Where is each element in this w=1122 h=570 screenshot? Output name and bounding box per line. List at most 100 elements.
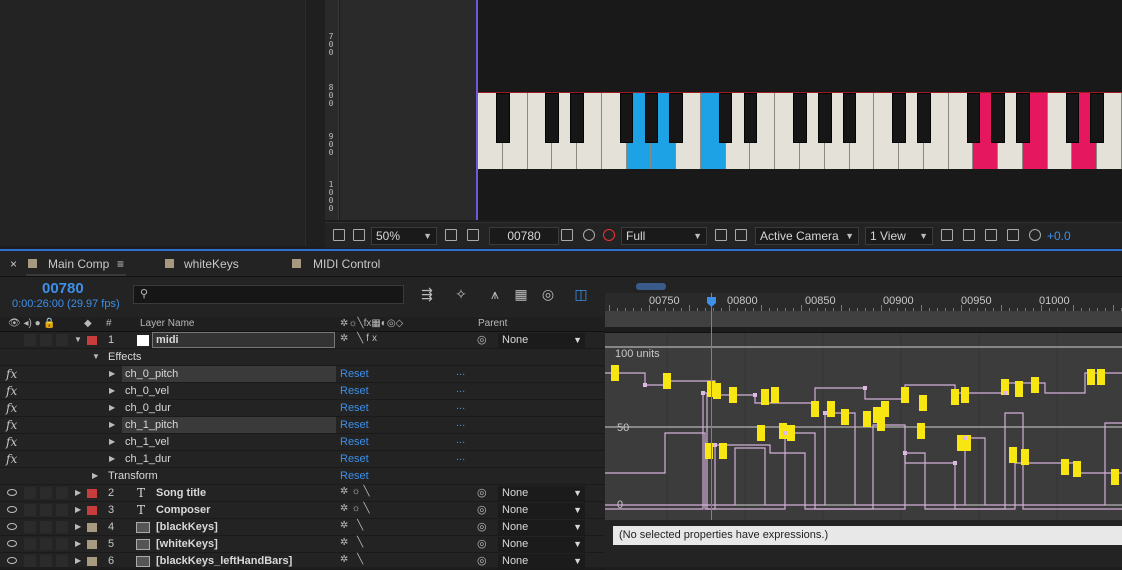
options-link[interactable]: ... <box>456 451 465 463</box>
chevron-right-icon[interactable]: ▶ <box>75 488 81 497</box>
solo-toggle[interactable] <box>40 538 52 550</box>
color-channels-icon[interactable] <box>603 229 615 241</box>
tab-midi-control[interactable]: MIDI Control <box>313 257 380 271</box>
layer-name-field[interactable] <box>152 332 335 348</box>
eye-icon[interactable] <box>7 523 17 530</box>
layer-row[interactable]: ▶ 2 T Song title ✲☼╲ ◎ None ▼ <box>0 485 605 502</box>
lock-toggle[interactable] <box>56 504 68 516</box>
pick-whip-icon[interactable]: ◎ <box>477 520 487 533</box>
audio-toggle[interactable] <box>24 521 36 533</box>
effect-row[interactable]: fx ▶ ch_0_vel Reset... <box>0 383 605 400</box>
label-color-swatch[interactable] <box>87 557 97 566</box>
lock-toggle[interactable] <box>56 334 68 346</box>
chevron-right-icon[interactable]: ▶ <box>109 437 115 446</box>
effect-row[interactable]: fx ▶ ch_1_pitch Reset... <box>0 417 605 434</box>
graph-canvas[interactable]: 100 units500 <box>605 333 1122 521</box>
graph-editor-icon[interactable]: ◫ <box>573 287 589 301</box>
layer-switches[interactable]: ✲ ╲fx <box>340 333 380 344</box>
lock-toggle[interactable] <box>56 487 68 499</box>
chevron-right-icon[interactable]: ▶ <box>109 386 115 395</box>
property-group-row[interactable]: ▶ Transform Reset <box>0 468 605 485</box>
eye-icon[interactable] <box>7 557 17 564</box>
fx-icon[interactable]: fx <box>6 367 17 381</box>
fx-icon[interactable]: fx <box>6 418 17 432</box>
eye-icon[interactable] <box>7 506 17 513</box>
layer-switches[interactable]: ✲ ╲ <box>340 520 366 531</box>
layer-row[interactable]: ▶ 3 T Composer ✲☼╲ ◎ None ▼ <box>0 502 605 519</box>
exposure-value[interactable]: +0.0 <box>1047 229 1071 243</box>
chevron-down-icon[interactable]: ▼ <box>92 352 100 361</box>
graph-editor[interactable]: 100 units 50 0 <box>605 332 1122 521</box>
label-color-swatch[interactable] <box>87 489 97 498</box>
audio-toggle[interactable] <box>24 334 36 346</box>
effect-name[interactable]: ch_0_dur <box>125 402 171 414</box>
time-ruler[interactable]: 00750 00800 00850 00900 00950 01000 <box>605 293 1122 311</box>
lock-toggle[interactable] <box>56 521 68 533</box>
pick-whip-icon[interactable]: ◎ <box>477 537 487 550</box>
effect-row[interactable]: fx ▶ ch_1_vel Reset... <box>0 434 605 451</box>
zoom-select[interactable]: 50% ▼ <box>371 227 437 245</box>
lock-toggle[interactable] <box>56 538 68 550</box>
frame-blending-icon[interactable]: ▦ <box>513 287 529 301</box>
solo-toggle[interactable] <box>40 504 52 516</box>
chevron-right-icon[interactable]: ▶ <box>92 471 98 480</box>
pick-whip-icon[interactable]: ◎ <box>477 554 487 567</box>
group-name[interactable]: Transform <box>108 470 158 482</box>
parent-select[interactable]: None ▼ <box>498 486 585 501</box>
layer-switches[interactable]: ✲☼╲ <box>340 503 373 514</box>
property-group-row[interactable]: ▼ Effects <box>0 349 605 366</box>
layer-row[interactable]: ▶ 6 [blackKeys_leftHandBars] ✲ ╲ ◎ None ▼ <box>0 553 605 570</box>
effect-row[interactable]: fx ▶ ch_0_pitch Reset... <box>0 366 605 383</box>
composition-mini-flowchart-icon[interactable]: ⇶ <box>419 287 435 301</box>
solo-toggle[interactable] <box>40 487 52 499</box>
layer-row[interactable]: ▶ 4 [blackKeys] ✲ ╲ ◎ None ▼ <box>0 519 605 536</box>
reset-link[interactable]: Reset <box>340 402 369 414</box>
show-snapshot-icon[interactable] <box>583 229 595 241</box>
effect-name[interactable]: ch_0_pitch <box>125 368 178 380</box>
options-link[interactable]: ... <box>456 400 465 412</box>
pick-whip-icon[interactable]: ◎ <box>477 503 487 516</box>
chevron-right-icon[interactable]: ▶ <box>75 522 81 531</box>
fx-icon[interactable]: fx <box>6 401 17 415</box>
reset-link[interactable]: Reset <box>340 453 369 465</box>
effect-name[interactable]: ch_1_vel <box>125 436 169 448</box>
layer-switches[interactable]: ✲☼╲ <box>340 486 373 497</box>
composition-viewer[interactable] <box>340 0 1122 220</box>
tab-white-keys[interactable]: whiteKeys <box>184 257 239 271</box>
panel-divider[interactable] <box>305 0 325 246</box>
parent-select[interactable]: None ▼ <box>498 503 585 518</box>
eye-icon[interactable] <box>7 540 17 547</box>
playhead-line[interactable] <box>711 293 712 523</box>
parent-select[interactable]: None ▼ <box>498 537 585 552</box>
frame-field[interactable]: 00780 <box>489 227 559 245</box>
layer-name[interactable]: [blackKeys_leftHandBars] <box>156 555 292 567</box>
layer-switches[interactable]: ✲ ╲ <box>340 554 366 565</box>
lock-toggle[interactable] <box>56 555 68 567</box>
layer-search-input[interactable]: ⚲ <box>133 285 404 304</box>
label-color-swatch[interactable] <box>87 540 97 549</box>
parent-select[interactable]: None ▼ <box>498 333 585 348</box>
layer-name[interactable]: Composer <box>156 504 210 516</box>
always-preview-icon[interactable] <box>333 229 345 241</box>
fast-draft-icon[interactable] <box>963 229 975 241</box>
reset-link[interactable]: Reset <box>340 470 369 482</box>
reset-link[interactable]: Reset <box>340 436 369 448</box>
audio-toggle[interactable] <box>24 538 36 550</box>
label-icon[interactable]: ◆ <box>84 318 92 330</box>
camera-snapshot-icon[interactable] <box>561 229 573 241</box>
camera-select[interactable]: Active Camera ▼ <box>755 227 859 245</box>
label-color-swatch[interactable] <box>87 336 97 345</box>
reset-link[interactable]: Reset <box>340 419 369 431</box>
work-area-bar[interactable] <box>605 311 1122 327</box>
transparency-grid-icon[interactable] <box>467 229 479 241</box>
effect-row[interactable]: fx ▶ ch_0_dur Reset... <box>0 400 605 417</box>
effect-name[interactable]: ch_1_dur <box>125 453 171 465</box>
layer-name[interactable]: midi <box>156 334 179 346</box>
fx-icon[interactable]: fx <box>6 452 17 466</box>
view-layout-select[interactable]: 1 View ▼ <box>865 227 933 245</box>
chevron-right-icon[interactable]: ▶ <box>109 420 115 429</box>
chevron-right-icon[interactable]: ▶ <box>109 369 115 378</box>
chevron-right-icon[interactable]: ▶ <box>75 556 81 565</box>
menu-icon[interactable]: ≡ <box>117 257 124 271</box>
motion-blur-icon[interactable]: ◎ <box>540 287 556 301</box>
